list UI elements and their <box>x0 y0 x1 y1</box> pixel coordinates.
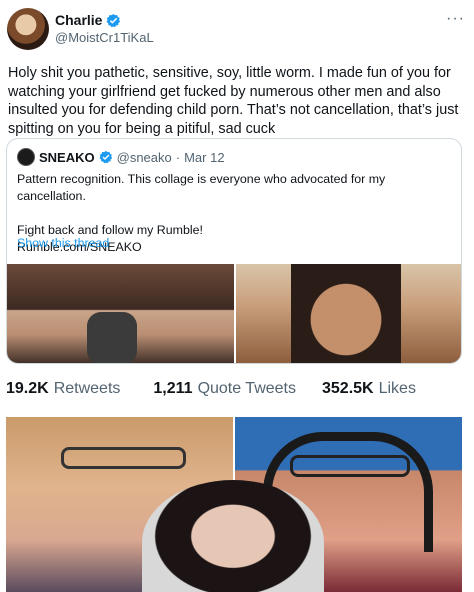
retweets-count: 19.2K <box>6 380 49 397</box>
quote-tweets-label: Quote Tweets <box>197 380 296 397</box>
meta-separator: · <box>175 149 181 165</box>
quoted-tweet-header: SNEAKO @sneako · Mar 12 <box>17 148 225 166</box>
microphone-shape <box>87 312 137 363</box>
tweet-header: Charlie @MoistCr1TiKaL ··· <box>0 0 474 55</box>
author-avatar[interactable] <box>7 8 49 50</box>
glasses-shape <box>290 455 410 477</box>
quoted-author-handle: @sneako <box>116 149 172 165</box>
quoted-tweet-date: Mar 12 <box>184 149 225 165</box>
face-shape <box>291 264 401 363</box>
quoted-author-name: SNEAKO <box>39 149 95 165</box>
likes-stat[interactable]: 352.5K Likes <box>322 380 416 398</box>
likes-count: 352.5K <box>322 380 374 397</box>
quoted-author-avatar <box>17 148 35 166</box>
tweet-stats-bar: 19.2K Retweets 1,211 Quote Tweets 352.5K… <box>6 380 466 398</box>
retweets-label: Retweets <box>53 380 121 397</box>
likes-label: Likes <box>378 380 416 397</box>
quoted-line-1: Pattern recognition. This collage is eve… <box>17 172 386 203</box>
retweets-stat[interactable]: 19.2K Retweets <box>6 380 120 398</box>
tweet-text: Holy shit you pathetic, sensitive, soy, … <box>8 65 459 137</box>
verified-badge-icon <box>107 13 121 27</box>
collage-image[interactable] <box>6 417 462 592</box>
show-thread-link[interactable]: Show this thread <box>17 236 109 250</box>
author-handle[interactable]: @MoistCr1TiKaL <box>55 30 154 45</box>
author-name[interactable]: Charlie <box>55 12 102 28</box>
quote-tweets-count: 1,211 <box>153 380 193 397</box>
quoted-media-image-left[interactable] <box>7 264 234 363</box>
quoted-media-image-right[interactable] <box>236 264 461 363</box>
quoted-tweet-card[interactable]: SNEAKO @sneako · Mar 12 Pattern recognit… <box>6 138 462 364</box>
verified-badge-icon <box>99 150 112 164</box>
quote-tweets-stat[interactable]: 1,211 Quote Tweets <box>153 380 296 398</box>
glasses-shape <box>61 447 186 469</box>
author-name-row[interactable]: Charlie <box>55 12 121 28</box>
quoted-tweet-media[interactable] <box>7 264 461 363</box>
more-options-icon[interactable]: ··· <box>446 10 465 28</box>
